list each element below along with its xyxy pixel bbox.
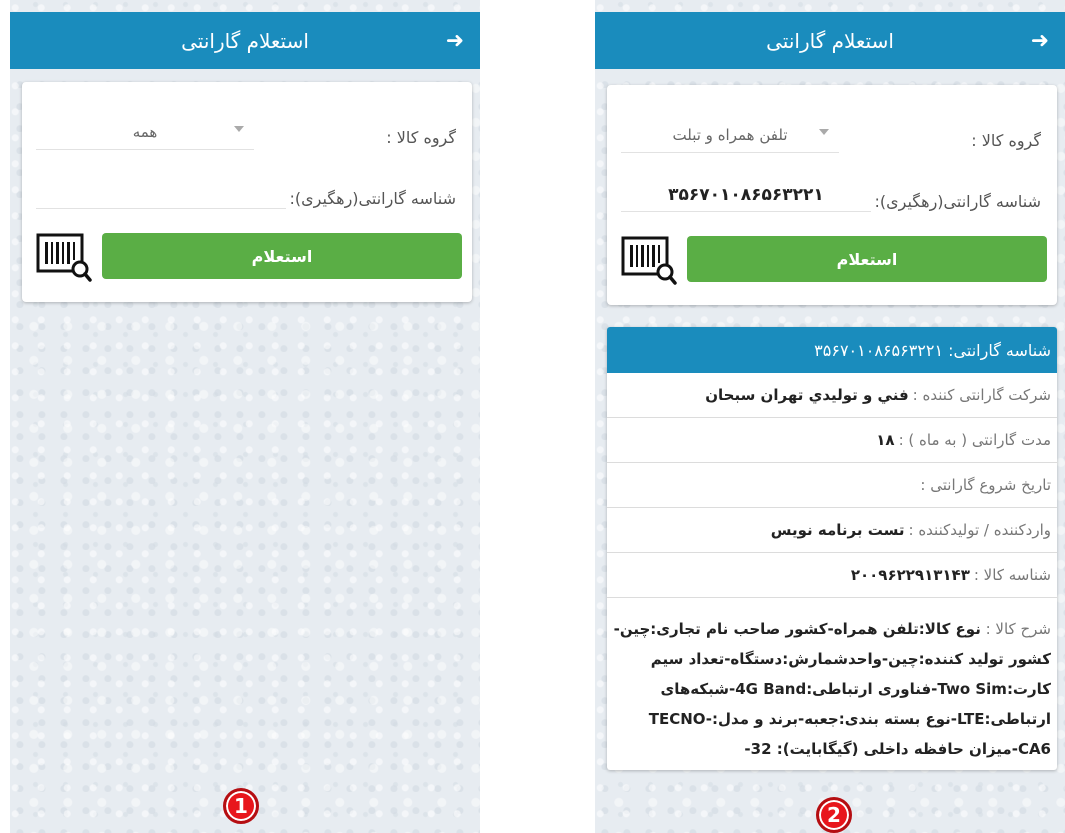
row-value: فني و توليدي تهران سبحان — [705, 386, 909, 404]
page-title: استعلام گارانتی — [181, 28, 309, 53]
result-row: مدت گارانتی ( به ماه ) : ۱۸ — [607, 418, 1057, 463]
row-value: ۲۰۰۹۶۲۲۹۱۳۱۴۳ — [850, 566, 970, 584]
row-value: تست برنامه نویس — [770, 521, 905, 539]
step-badge-2: 2 — [816, 797, 852, 833]
row-key: واردکننده / تولیدکننده : — [908, 521, 1052, 539]
product-group-value: همه — [132, 122, 158, 141]
dropdown-caret-icon — [234, 126, 244, 132]
screen-1: استعلام گارانتی ➜ گروه کالا : همه شناسه … — [10, 0, 480, 833]
result-row: واردکننده / تولیدکننده : تست برنامه نویس — [607, 508, 1057, 553]
barcode-scan-icon[interactable] — [621, 235, 677, 285]
app-bar: استعلام گارانتی ➜ — [595, 12, 1065, 69]
inquiry-form-card: گروه کالا : همه شناسه گارانتی(رهگیری): ا… — [22, 82, 472, 302]
arrow-right-icon[interactable]: ➜ — [446, 28, 464, 53]
warranty-id-label: شناسه گارانتی(رهگیری): — [289, 189, 456, 208]
row-key: تاریخ شروع گارانتی : — [920, 476, 1051, 494]
product-group-select[interactable]: تلفن همراه و تبلت — [621, 117, 839, 153]
product-group-label: گروه کالا : — [971, 131, 1041, 150]
warranty-id-input[interactable]: ۳۵۶۷۰۱۰۸۶۵۶۳۲۲۱ — [621, 178, 871, 212]
inquiry-button[interactable]: استعلام — [687, 236, 1047, 282]
barcode-scan-icon[interactable] — [36, 232, 92, 282]
result-row: شرکت گارانتی کننده : فني و توليدي تهران … — [607, 373, 1057, 418]
product-group-select[interactable]: همه — [36, 114, 254, 150]
product-group-label: گروه کالا : — [386, 128, 456, 147]
arrow-right-icon[interactable]: ➜ — [1031, 28, 1049, 53]
result-title: شناسه گارانتی: ۳۵۶۷۰۱۰۸۶۵۶۳۲۲۱ — [607, 327, 1057, 373]
product-description: شرح کالا : نوع کالا:تلفن همراه-کشور صاحب… — [607, 598, 1057, 764]
warranty-id-label: شناسه گارانتی(رهگیری): — [874, 192, 1041, 211]
result-row: تاریخ شروع گارانتی : — [607, 463, 1057, 508]
warranty-id-value: ۳۵۶۷۰۱۰۸۶۵۶۳۲۲۱ — [668, 184, 824, 205]
product-group-value: تلفن همراه و تبلت — [672, 125, 788, 144]
row-value: ۱۸ — [876, 431, 895, 449]
screen-2: استعلام گارانتی ➜ گروه کالا : تلفن همراه… — [595, 0, 1065, 833]
row-key: شناسه کالا : — [973, 566, 1051, 584]
result-row: شناسه کالا : ۲۰۰۹۶۲۲۹۱۳۱۴۳ — [607, 553, 1057, 598]
desc-key: شرح کالا : — [980, 620, 1051, 638]
app-bar: استعلام گارانتی ➜ — [10, 12, 480, 69]
desc-value: نوع کالا:تلفن همراه-کشور صاحب نام تجاری:… — [613, 620, 1051, 758]
dropdown-caret-icon — [819, 129, 829, 135]
inquiry-button[interactable]: استعلام — [102, 233, 462, 279]
warranty-id-input[interactable] — [36, 175, 286, 209]
row-key: شرکت گارانتی کننده : — [912, 386, 1051, 404]
warranty-result-card: شناسه گارانتی: ۳۵۶۷۰۱۰۸۶۵۶۳۲۲۱ شرکت گارا… — [607, 327, 1057, 770]
step-badge-1: 1 — [223, 788, 259, 824]
inquiry-form-card: گروه کالا : تلفن همراه و تبلت شناسه گارا… — [607, 85, 1057, 305]
row-key: مدت گارانتی ( به ماه ) : — [898, 431, 1051, 449]
page-title: استعلام گارانتی — [766, 28, 894, 53]
